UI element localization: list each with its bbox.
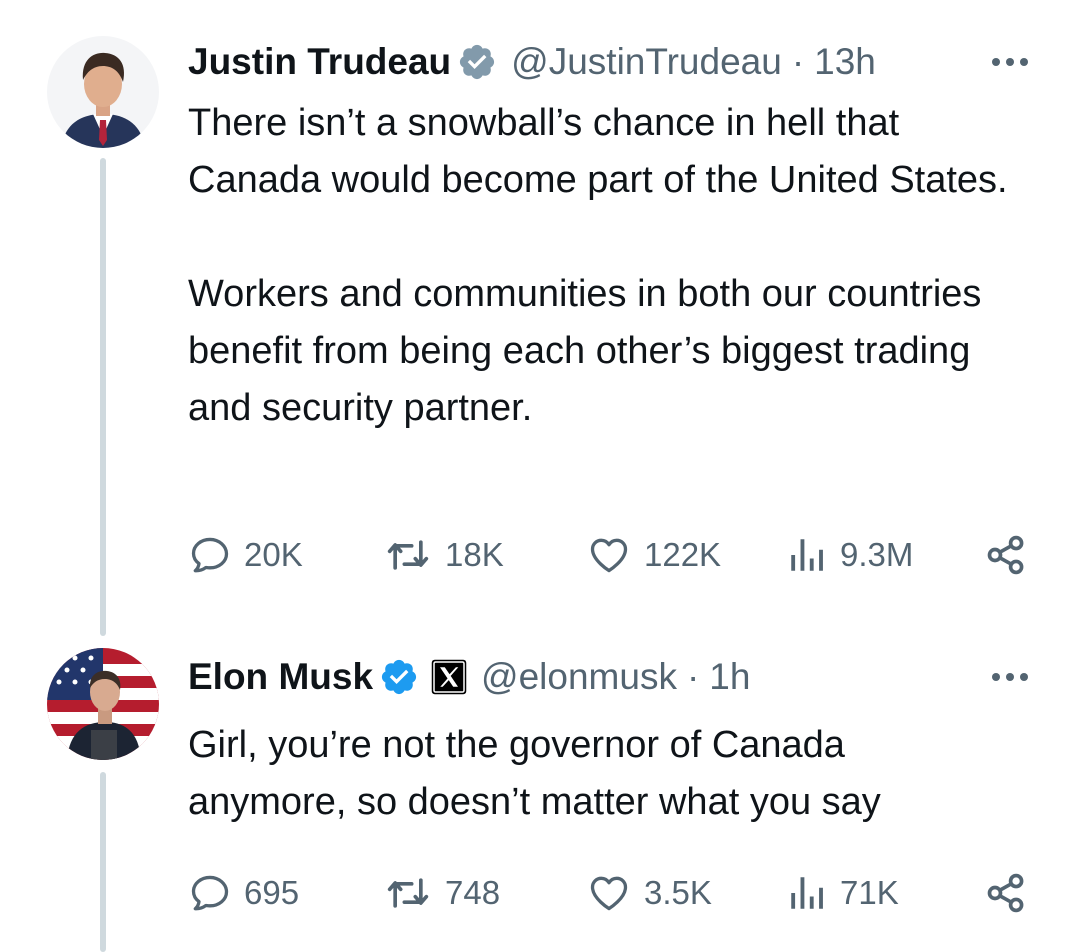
like-count: 3.5K: [644, 874, 712, 911]
reply-icon: [191, 875, 229, 911]
share-icon: [987, 873, 1024, 913]
reply-count: 695: [244, 874, 300, 911]
share-button[interactable]: [984, 868, 1028, 918]
user-handle[interactable]: @elonmusk: [481, 656, 677, 698]
like-count: 122K: [644, 536, 722, 573]
repost-count: 18K: [445, 536, 504, 573]
analytics-icon: [791, 539, 823, 571]
separator-dot: ·: [686, 656, 700, 697]
display-name[interactable]: Justin Trudeau: [188, 41, 451, 83]
tweet-text: There isn’t a snowball’s chance in hell …: [188, 95, 1028, 437]
tweet-header: Justin Trudeau @JustinTrudeau · 13h: [188, 37, 876, 87]
like-button[interactable]: 3.5K: [586, 868, 712, 918]
tweet-actions: 695 748 3.5K 71K: [188, 868, 1028, 918]
repost-icon: [387, 878, 429, 908]
avatar[interactable]: [47, 36, 159, 148]
share-icon: [987, 535, 1024, 575]
repost-button[interactable]: 748: [383, 868, 500, 918]
tweet-paragraph: Workers and communities in both our coun…: [188, 273, 982, 429]
timestamp[interactable]: 13h: [814, 41, 876, 83]
reply-button[interactable]: 695: [188, 868, 299, 918]
repost-icon: [387, 540, 429, 570]
repost-count: 748: [445, 874, 501, 911]
heart-icon: [590, 876, 628, 911]
views-button[interactable]: 71K: [786, 868, 899, 918]
avatar[interactable]: [47, 648, 159, 760]
display-name[interactable]: Elon Musk: [188, 656, 373, 698]
share-button[interactable]: [984, 530, 1028, 580]
views-count: 9.3M: [840, 536, 914, 573]
tweet-paragraph: Girl, you’re not the governor of Canada …: [188, 724, 881, 823]
reply-count: 20K: [244, 536, 303, 573]
tweet-actions: 20K 18K 122K 9.3M: [188, 530, 1028, 580]
separator-dot: ·: [791, 41, 805, 82]
verified-badge-icon[interactable]: [379, 657, 419, 697]
tweet-header: Elon Musk @elonmusk · 1h: [188, 652, 750, 702]
x-logo-icon[interactable]: [431, 659, 467, 695]
verified-badge-icon[interactable]: [457, 42, 497, 82]
repost-button[interactable]: 18K: [383, 530, 504, 580]
user-handle[interactable]: @JustinTrudeau: [511, 41, 782, 83]
tweet[interactable]: Justin Trudeau @JustinTrudeau · 13h Ther…: [0, 0, 1080, 620]
tweet-paragraph: There isn’t a snowball’s chance in hell …: [188, 102, 1008, 201]
views-button[interactable]: 9.3M: [786, 530, 913, 580]
more-options-icon[interactable]: [992, 37, 1028, 87]
views-count: 71K: [840, 874, 899, 911]
more-options-icon[interactable]: [992, 652, 1028, 702]
like-button[interactable]: 122K: [586, 530, 721, 580]
reply-button[interactable]: 20K: [188, 530, 303, 580]
reply-icon: [191, 537, 229, 573]
timestamp[interactable]: 1h: [709, 656, 750, 698]
heart-icon: [590, 538, 628, 573]
tweet-text: Girl, you’re not the governor of Canada …: [188, 717, 1028, 831]
tweet[interactable]: Elon Musk @elonmusk · 1h Girl, you’re no…: [0, 640, 1080, 952]
analytics-icon: [791, 877, 823, 909]
